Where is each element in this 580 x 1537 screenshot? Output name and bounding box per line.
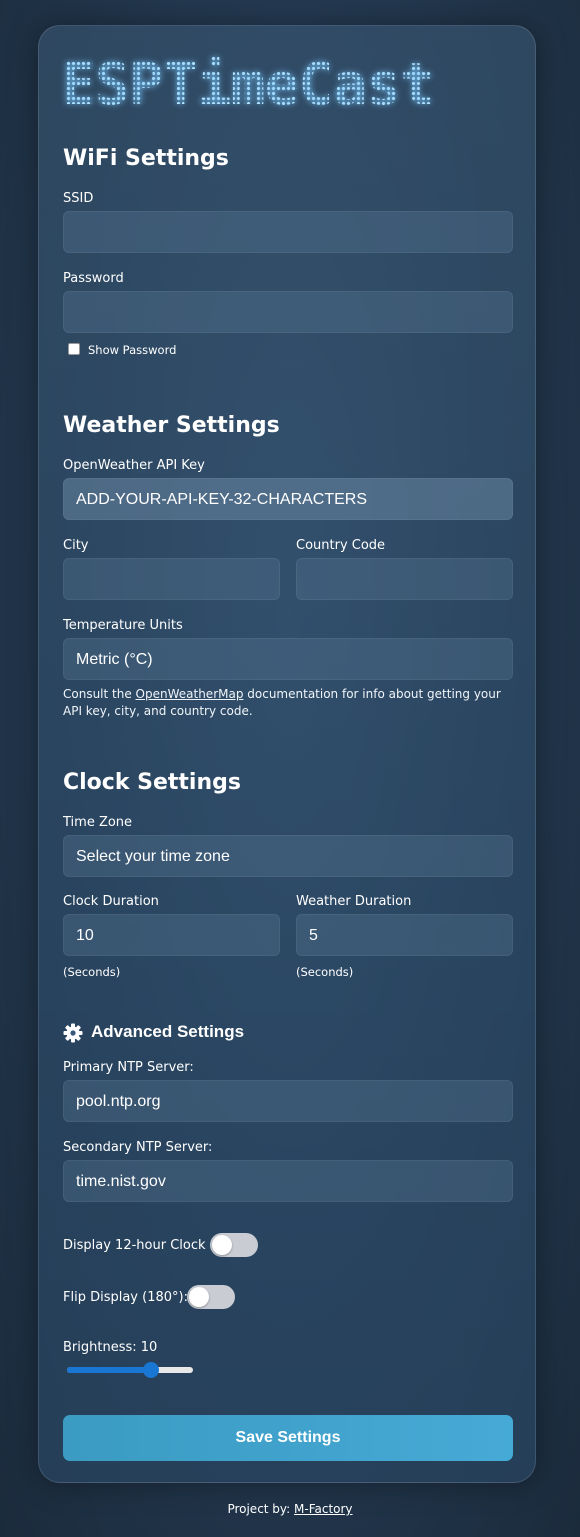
brightness-slider-fill xyxy=(67,1367,151,1373)
api-key-label: OpenWeather API Key xyxy=(63,458,205,473)
openweathermap-link[interactable]: OpenWeatherMap xyxy=(136,687,244,701)
brightness-slider-thumb[interactable] xyxy=(143,1362,159,1378)
weather-duration-unit: (Seconds) xyxy=(296,965,354,979)
ssid-input[interactable] xyxy=(63,211,513,253)
country-code-label: Country Code xyxy=(296,538,386,553)
gear-icon xyxy=(63,1023,83,1043)
show-password-label: Show Password xyxy=(88,343,177,357)
ssid-label: SSID xyxy=(63,191,94,206)
clock-duration-unit: (Seconds) xyxy=(63,965,121,979)
app-logo: ESPTimeCast xyxy=(61,55,517,113)
weather-duration-input[interactable]: 5 xyxy=(296,914,513,956)
flip-display-toggle[interactable] xyxy=(187,1285,235,1309)
twelve-hour-label: Display 12-hour Clock xyxy=(63,1238,206,1253)
password-label: Password xyxy=(63,271,124,286)
m-factory-link[interactable]: M-Factory xyxy=(294,1502,353,1516)
weather-duration-label: Weather Duration xyxy=(296,894,412,909)
temperature-units-label: Temperature Units xyxy=(63,618,183,633)
time-zone-select[interactable]: Select your time zone xyxy=(63,835,513,877)
advanced-settings-title[interactable]: Advanced Settings xyxy=(91,1022,244,1042)
secondary-ntp-input[interactable]: time.nist.gov xyxy=(63,1160,513,1202)
save-settings-button[interactable]: Save Settings xyxy=(63,1415,513,1461)
api-key-input[interactable]: ADD-YOUR-API-KEY-32-CHARACTERS xyxy=(63,478,513,520)
settings-card: ESPTimeCast WiFi Settings SSID Password … xyxy=(38,25,536,1483)
secondary-ntp-label: Secondary NTP Server: xyxy=(63,1140,213,1155)
toggle-knob xyxy=(189,1287,209,1307)
country-code-input[interactable] xyxy=(296,558,513,600)
twelve-hour-toggle[interactable] xyxy=(210,1233,258,1257)
city-label: City xyxy=(63,538,89,553)
city-input[interactable] xyxy=(63,558,280,600)
temperature-units-select[interactable]: Metric (°C) xyxy=(63,638,513,680)
clock-duration-input[interactable]: 10 xyxy=(63,914,280,956)
wifi-section-title: WiFi Settings xyxy=(63,146,229,171)
primary-ntp-label: Primary NTP Server: xyxy=(63,1060,194,1075)
weather-section-title: Weather Settings xyxy=(63,413,280,438)
time-zone-label: Time Zone xyxy=(63,815,133,830)
primary-ntp-input[interactable]: pool.ntp.org xyxy=(63,1080,513,1122)
clock-duration-label: Clock Duration xyxy=(63,894,159,909)
password-input[interactable] xyxy=(63,291,513,333)
footer: Project by: M-Factory xyxy=(227,1502,353,1516)
flip-display-label: Flip Display (180°): xyxy=(63,1290,188,1305)
brightness-slider[interactable] xyxy=(67,1362,193,1378)
show-password-checkbox[interactable] xyxy=(68,343,80,355)
toggle-knob xyxy=(212,1235,232,1255)
clock-section-title: Clock Settings xyxy=(63,770,241,795)
weather-help-note: Consult the OpenWeatherMap documentation… xyxy=(63,687,501,718)
brightness-label: Brightness: 10 xyxy=(63,1340,158,1355)
